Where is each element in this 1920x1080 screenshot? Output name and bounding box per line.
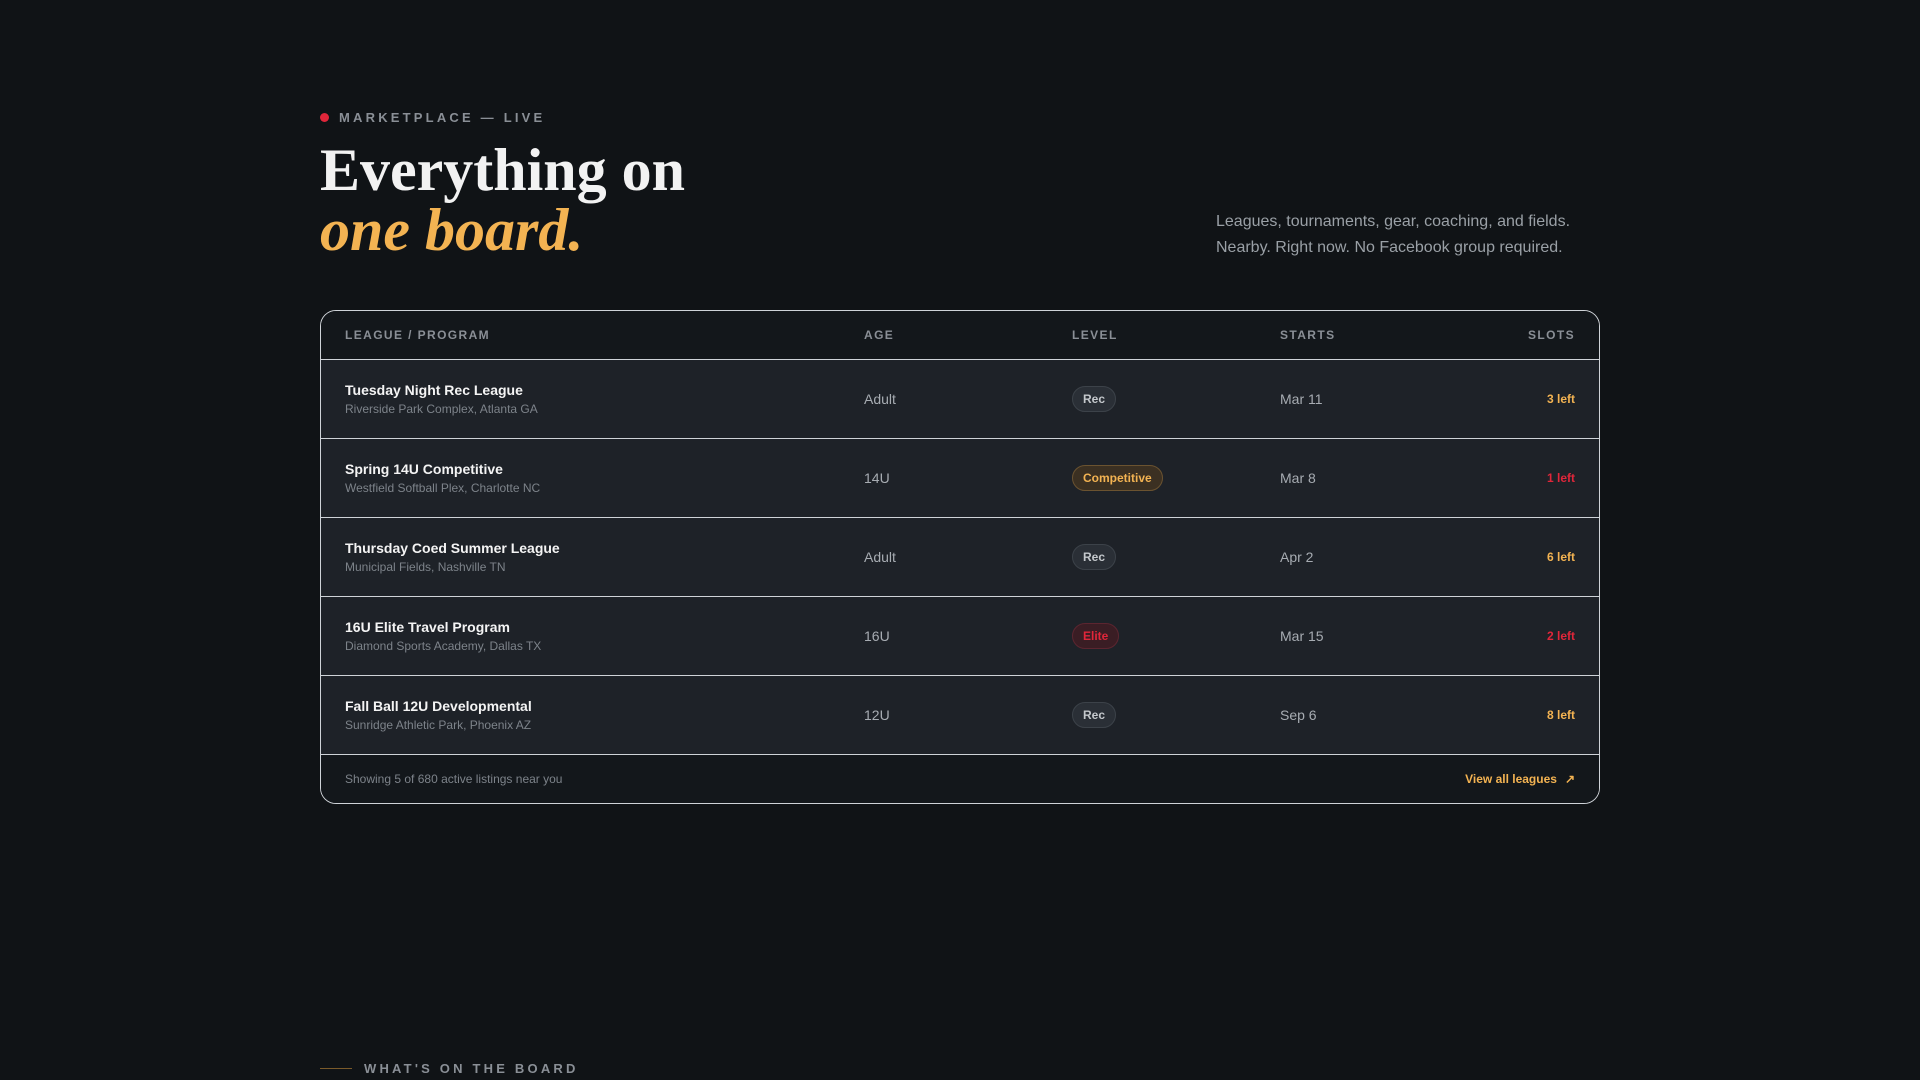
starts-cell: Mar 11 — [1280, 391, 1323, 407]
slots-cell: 2 left — [1488, 627, 1575, 645]
level-cell: Elite — [1072, 623, 1280, 649]
divider-rule — [320, 1068, 352, 1069]
table-footer: Showing 5 of 680 active listings near yo… — [321, 755, 1599, 803]
starts-cell: Mar 15 — [1280, 628, 1324, 644]
header-slots: SLOTS — [1527, 328, 1575, 342]
program-location: Diamond Sports Academy, Dallas TX — [345, 639, 542, 653]
level-cell: Competitive — [1072, 465, 1280, 491]
level-badge: Competitive — [1072, 465, 1163, 491]
program-cell: Thursday Coed Summer League Municipal Fi… — [345, 540, 864, 574]
program-name[interactable]: Thursday Coed Summer League — [345, 540, 864, 556]
listings-count: Showing 5 of 680 active listings near yo… — [345, 772, 563, 786]
slots-cell: 1 left — [1488, 469, 1575, 487]
intro-line-2: Nearby. Right now. No Facebook group req… — [1216, 239, 1563, 256]
level-badge: Elite — [1072, 623, 1120, 649]
headline-line-2: one board. — [320, 197, 584, 263]
intro-line-1: Leagues, tournaments, gear, coaching, an… — [1216, 213, 1571, 230]
page-title: Everything on one board. — [320, 140, 685, 260]
level-badge: Rec — [1072, 702, 1117, 728]
slots-cell: 3 left — [1488, 390, 1575, 408]
table-row[interactable]: Thursday Coed Summer League Municipal Fi… — [321, 518, 1599, 597]
program-location: Sunridge Athletic Park, Phoenix AZ — [345, 718, 532, 732]
section-label-text: WHAT'S ON THE BOARD — [364, 1061, 579, 1076]
starts-cell: Sep 6 — [1280, 707, 1317, 723]
arrow-up-right-icon: ↗ — [1564, 772, 1575, 786]
program-location: Westfield Softball Plex, Charlotte NC — [345, 481, 541, 495]
program-cell: Fall Ball 12U Developmental Sunridge Ath… — [345, 698, 864, 732]
age-cell: Adult — [864, 391, 896, 407]
table-row[interactable]: Tuesday Night Rec League Riverside Park … — [321, 360, 1599, 439]
program-cell: Tuesday Night Rec League Riverside Park … — [345, 382, 864, 416]
slots-badge: 6 left — [1546, 550, 1575, 564]
program-location: Riverside Park Complex, Atlanta GA — [345, 402, 538, 416]
eyebrow-label: MARKETPLACE — LIVE — [339, 110, 546, 125]
slots-cell: 6 left — [1488, 548, 1575, 566]
header-age: AGE — [864, 328, 895, 342]
age-cell: Adult — [864, 549, 896, 565]
level-cell: Rec — [1072, 386, 1280, 412]
age-cell: 14U — [864, 470, 890, 486]
header-program: LEAGUE / PROGRAM — [345, 328, 491, 342]
marketplace-eyebrow: MARKETPLACE — LIVE — [320, 110, 545, 125]
level-cell: Rec — [1072, 702, 1280, 728]
view-all-label: View all leagues — [1465, 772, 1557, 786]
age-cell: 12U — [864, 707, 890, 723]
level-badge: Rec — [1072, 386, 1117, 412]
leagues-table: LEAGUE / PROGRAM AGE LEVEL STARTS SLOTS … — [320, 310, 1600, 804]
starts-cell: Apr 2 — [1280, 549, 1314, 565]
program-name[interactable]: Spring 14U Competitive — [345, 461, 864, 477]
slots-cell: 8 left — [1488, 706, 1575, 724]
program-name[interactable]: 16U Elite Travel Program — [345, 619, 864, 635]
header-starts: STARTS — [1280, 328, 1336, 342]
program-cell: 16U Elite Travel Program Diamond Sports … — [345, 619, 864, 653]
slots-badge: 8 left — [1546, 708, 1575, 722]
level-cell: Rec — [1072, 544, 1280, 570]
intro-text: Leagues, tournaments, gear, coaching, an… — [1216, 209, 1616, 261]
headline-line-1: Everything on — [320, 137, 686, 203]
table-header: LEAGUE / PROGRAM AGE LEVEL STARTS SLOTS — [321, 311, 1599, 360]
program-location: Municipal Fields, Nashville TN — [345, 560, 506, 574]
slots-badge: 3 left — [1546, 392, 1575, 406]
level-badge: Rec — [1072, 544, 1117, 570]
table-row[interactable]: 16U Elite Travel Program Diamond Sports … — [321, 597, 1599, 676]
table-row[interactable]: Fall Ball 12U Developmental Sunridge Ath… — [321, 676, 1599, 755]
slots-badge: 1 left — [1546, 471, 1575, 485]
slots-badge: 2 left — [1546, 629, 1575, 643]
header-level: LEVEL — [1072, 328, 1118, 342]
live-dot-icon — [320, 113, 329, 122]
program-name[interactable]: Fall Ball 12U Developmental — [345, 698, 864, 714]
age-cell: 16U — [864, 628, 890, 644]
program-cell: Spring 14U Competitive Westfield Softbal… — [345, 461, 864, 495]
view-all-leagues-link[interactable]: View all leagues ↗ — [1465, 772, 1575, 786]
table-row[interactable]: Spring 14U Competitive Westfield Softbal… — [321, 439, 1599, 518]
program-name[interactable]: Tuesday Night Rec League — [345, 382, 864, 398]
starts-cell: Mar 8 — [1280, 470, 1316, 486]
section-label: WHAT'S ON THE BOARD — [320, 1061, 579, 1076]
